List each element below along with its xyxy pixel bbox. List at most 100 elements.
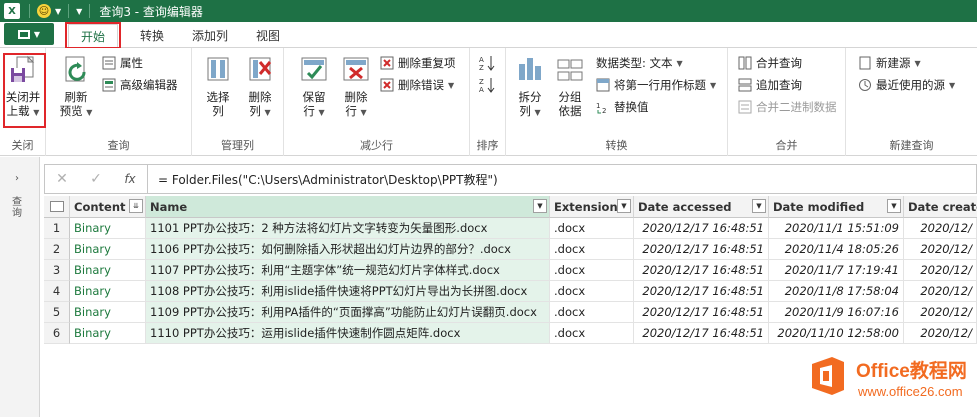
cell-date-created: 2020/12/ xyxy=(904,260,977,281)
sort-ascending-icon: AZ xyxy=(478,54,496,72)
append-queries-button[interactable]: 追加查询 xyxy=(738,76,802,94)
cell-date-modified: 2020/11/4 18:05:26 xyxy=(769,239,904,260)
advanced-editor-button[interactable]: 高级编辑器 xyxy=(102,76,178,94)
expand-pane-icon[interactable]: › xyxy=(15,173,19,184)
divider xyxy=(29,4,30,18)
file-menu-icon xyxy=(17,29,30,39)
filter-dropdown-icon[interactable]: ▼ xyxy=(887,199,901,213)
group-by-button[interactable]: 分组 依据 xyxy=(550,54,590,118)
chevron-down-icon[interactable]: ▼ xyxy=(55,7,61,16)
append-queries-icon xyxy=(738,78,752,92)
cell-name: 1108 PPT办公技巧：利用islide插件快速将PPT幻灯片导出为长拼图.d… xyxy=(146,281,550,302)
cell-content[interactable]: Binary xyxy=(70,239,146,260)
filter-dropdown-icon[interactable]: ▼ xyxy=(533,199,547,213)
group-reduce-rows: 保留 行 ▼ 删除 行 ▼ 删除重复项 删除错误 ▼ 减少行 xyxy=(284,48,470,156)
use-first-row-as-headers-button[interactable]: 将第一行用作标题 ▼ xyxy=(596,76,716,94)
group-query: 刷新 预览 ▼ 属性 高级编辑器 查询 xyxy=(46,48,192,156)
cell-content[interactable]: Binary xyxy=(70,260,146,281)
row-number: 1 xyxy=(44,218,70,239)
recent-sources-button[interactable]: 最近使用的源 ▼ xyxy=(858,76,955,94)
data-grid: Content ⇊ Name ▼ Extension ▼ Date access… xyxy=(44,196,977,346)
split-column-button[interactable]: 拆分 列 ▼ xyxy=(510,54,550,120)
queries-pane-collapsed: › 查询 xyxy=(0,157,40,417)
group-label-manage-columns: 管理列 xyxy=(221,139,254,152)
tab-home[interactable]: 开始 xyxy=(64,22,122,49)
sort-ascending-button[interactable]: AZ xyxy=(478,54,496,72)
column-header-date-modified[interactable]: Date modified ▼ xyxy=(769,196,904,218)
filter-dropdown-icon[interactable]: ▼ xyxy=(617,199,631,213)
data-type-dropdown[interactable]: 数据类型: 文本 ▼ xyxy=(596,54,683,72)
title-bar: X ☺ ▼ ▼ 查询3 - 查询编辑器 xyxy=(0,0,977,22)
svg-text:Z: Z xyxy=(479,78,484,86)
fx-icon[interactable]: fx xyxy=(113,172,147,186)
row-number: 4 xyxy=(44,281,70,302)
cell-content[interactable]: Binary xyxy=(70,302,146,323)
group-transform: 拆分 列 ▼ 分组 依据 数据类型: 文本 ▼ 将第一行用作标题 ▼ 12 替换… xyxy=(506,48,728,156)
group-label-combine: 合并 xyxy=(775,139,798,152)
table-menu-header[interactable] xyxy=(44,196,70,218)
remove-errors-icon xyxy=(380,78,394,92)
group-manage-columns: 选择 列 删除 列 ▼ 管理列 xyxy=(192,48,284,156)
table-icon xyxy=(50,201,64,212)
remove-rows-button[interactable]: 删除 行 ▼ xyxy=(336,54,376,120)
cell-date-modified: 2020/11/1 15:51:09 xyxy=(769,218,904,239)
smiley-icon[interactable]: ☺ xyxy=(37,4,51,18)
merge-queries-button[interactable]: 合并查询 xyxy=(738,54,802,72)
tab-transform[interactable]: 转换 xyxy=(128,23,176,47)
cell-content[interactable]: Binary xyxy=(70,281,146,302)
refresh-icon xyxy=(60,54,92,86)
cell-content[interactable]: Binary xyxy=(70,218,146,239)
choose-columns-button[interactable]: 选择 列 xyxy=(198,54,238,118)
cell-name: 1101 PPT办公技巧：2 种方法将幻灯片文字转变为矢量图形.docx xyxy=(146,218,550,239)
group-combine: 合并查询 追加查询 合并二进制数据 合并 xyxy=(728,48,846,156)
cancel-icon[interactable]: ✕ xyxy=(45,171,79,187)
column-header-date-accessed[interactable]: Date accessed ▼ xyxy=(634,196,769,218)
column-header-date-created[interactable]: Date created xyxy=(904,196,977,218)
new-source-button[interactable]: 新建源 ▼ xyxy=(858,54,921,72)
cell-name: 1106 PPT办公技巧：如何删除插入形状超出幻灯片边界的部分？.docx xyxy=(146,239,550,260)
svg-text:Z: Z xyxy=(479,64,484,72)
cell-date-modified: 2020/11/9 16:07:16 xyxy=(769,302,904,323)
watermark: Office教程网 www.office26.com xyxy=(806,350,974,412)
cell-date-modified: 2020/11/10 12:58:00 xyxy=(769,323,904,344)
cell-name: 1107 PPT办公技巧：利用“主题字体”统一规范幻灯片字体样式.docx xyxy=(146,260,550,281)
tab-add-column[interactable]: 添加列 xyxy=(180,23,240,47)
cell-content[interactable]: Binary xyxy=(70,323,146,344)
cell-date-accessed: 2020/12/17 16:48:51 xyxy=(634,260,769,281)
chevron-down-icon: ▼ xyxy=(33,29,41,39)
combine-binaries-button[interactable]: 合并二进制数据 xyxy=(738,98,837,116)
column-header-extension[interactable]: Extension ▼ xyxy=(550,196,634,218)
svg-text:A: A xyxy=(479,56,484,64)
advanced-editor-icon xyxy=(102,78,116,92)
filter-dropdown-icon[interactable]: ▼ xyxy=(752,199,766,213)
column-header-content[interactable]: Content ⇊ xyxy=(70,196,146,218)
group-label-new-query: 新建查询 xyxy=(889,139,934,152)
refresh-preview-button[interactable]: 刷新 预览 ▼ xyxy=(56,54,96,120)
remove-duplicates-button[interactable]: 删除重复项 xyxy=(380,54,456,72)
remove-columns-icon xyxy=(244,54,276,86)
cell-date-accessed: 2020/12/17 16:48:51 xyxy=(634,239,769,260)
tab-view[interactable]: 视图 xyxy=(244,23,292,47)
window-title: 查询3 - 查询编辑器 xyxy=(99,4,203,19)
file-menu-button[interactable]: ▼ xyxy=(4,23,54,45)
customize-qat-icon[interactable]: ▼ xyxy=(76,7,82,16)
keep-rows-button[interactable]: 保留 行 ▼ xyxy=(294,54,334,120)
cell-extension: .docx xyxy=(550,239,634,260)
group-by-icon xyxy=(554,54,586,86)
remove-errors-button[interactable]: 删除错误 ▼ xyxy=(380,76,454,94)
formula-input[interactable]: = Folder.Files("C:\Users\Administrator\D… xyxy=(158,171,498,188)
confirm-icon[interactable]: ✓ xyxy=(79,171,113,187)
divider xyxy=(147,164,148,194)
first-row-headers-icon xyxy=(596,78,610,92)
column-header-name[interactable]: Name ▼ xyxy=(146,196,550,218)
replace-values-button[interactable]: 12 替换值 xyxy=(596,98,649,116)
remove-columns-button[interactable]: 删除 列 ▼ xyxy=(240,54,280,120)
split-column-icon xyxy=(514,54,546,86)
cell-name: 1110 PPT办公技巧：运用islide插件快速制作圆点矩阵.docx xyxy=(146,323,550,344)
group-label-close: 关闭 xyxy=(11,139,34,152)
combine-binaries-icon xyxy=(738,100,752,114)
sort-descending-button[interactable]: ZA xyxy=(478,76,496,94)
cell-date-modified: 2020/11/8 17:58:04 xyxy=(769,281,904,302)
expand-column-icon[interactable]: ⇊ xyxy=(129,199,143,213)
properties-button[interactable]: 属性 xyxy=(102,54,143,72)
